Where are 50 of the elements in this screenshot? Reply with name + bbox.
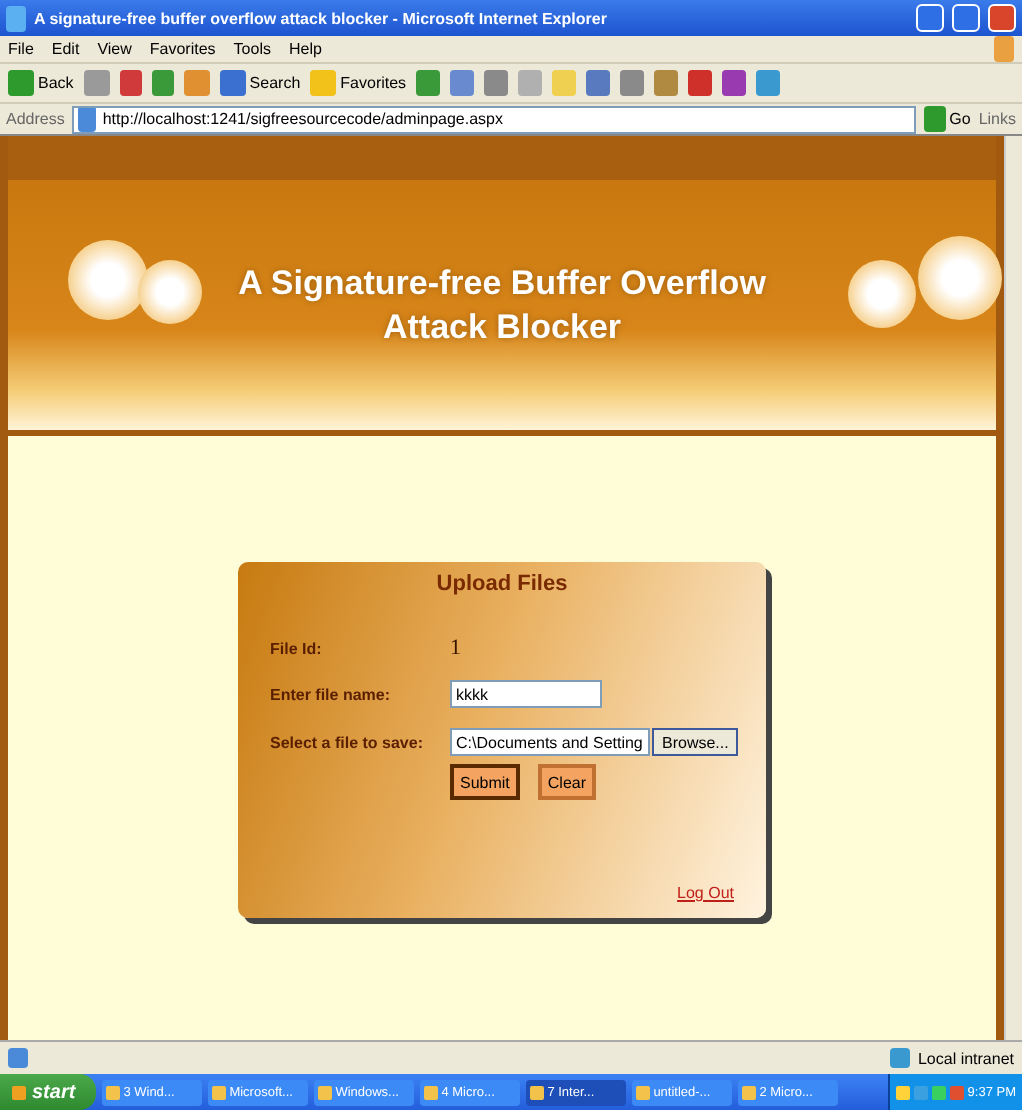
maximize-button[interactable] <box>952 4 980 32</box>
browse-button[interactable]: Browse... <box>652 728 739 756</box>
menu-item[interactable]: File <box>8 40 34 58</box>
minimize-button[interactable] <box>916 4 944 32</box>
menu-item[interactable]: View <box>97 40 132 58</box>
circle-decoration <box>848 260 916 328</box>
program-icon <box>741 1085 756 1099</box>
toolbar-icon[interactable] <box>688 70 713 96</box>
menu-item[interactable]: Edit <box>51 40 80 58</box>
address-url: http://localhost:1241/sigfreesourcecode/adminpage.aspx <box>102 110 503 128</box>
field-label: File Id: <box>270 639 324 657</box>
back-button[interactable]: Back <box>8 70 74 96</box>
file-name-field[interactable]: kkkk <box>450 680 602 708</box>
favorites-button[interactable]: Favorites <box>310 70 407 96</box>
file-path-field[interactable]: C:\Documents and Setting <box>450 728 650 756</box>
window-title: A signature-free buffer overflow attack blocker - Microsoft Internet Explorer <box>34 9 609 27</box>
card-title: Upload Files <box>434 572 570 596</box>
program-icon <box>635 1085 650 1099</box>
toolbar-icon[interactable] <box>756 70 781 96</box>
menu-item[interactable]: Tools <box>233 40 271 58</box>
toolbar-icon[interactable] <box>654 70 679 96</box>
toolbar-icon[interactable] <box>620 70 645 96</box>
go-button[interactable]: Go <box>923 106 971 132</box>
program-icon <box>211 1085 226 1099</box>
submit-button[interactable]: Submit <box>450 764 520 800</box>
address-label: Address <box>6 110 65 128</box>
menu-item[interactable]: Help <box>288 40 322 58</box>
clear-button[interactable]: Clear <box>537 764 597 800</box>
start-button[interactable]: start <box>0 1074 96 1110</box>
program-icon <box>317 1085 332 1099</box>
toolbar-icon[interactable] <box>722 70 747 96</box>
program-icon <box>105 1085 120 1099</box>
circle-decoration <box>138 260 202 324</box>
banner-title: Attack Blocker <box>382 305 622 349</box>
search-button[interactable]: Search <box>219 70 301 96</box>
program-icon <box>529 1085 544 1099</box>
status-zone: Local intranet <box>917 1049 1014 1067</box>
address-field[interactable]: http://localhost:1241/sigfreesourcecode/adminpage.aspx <box>72 105 916 133</box>
close-button[interactable] <box>988 4 1016 32</box>
field-label: Enter file name: <box>270 685 393 703</box>
circle-decoration <box>918 236 1002 320</box>
program-icon <box>423 1085 438 1099</box>
links-label[interactable]: Links <box>978 110 1016 128</box>
banner-title: A Signature-free Buffer Overflow <box>238 261 766 305</box>
scrollbar[interactable] <box>1004 136 1022 1040</box>
menu-item[interactable]: Favorites <box>149 40 216 58</box>
circle-decoration <box>68 240 148 320</box>
field-label: Select a file to save: <box>270 733 425 751</box>
field-value: 1 <box>450 636 463 660</box>
logout-link[interactable]: Log Out <box>677 884 734 902</box>
